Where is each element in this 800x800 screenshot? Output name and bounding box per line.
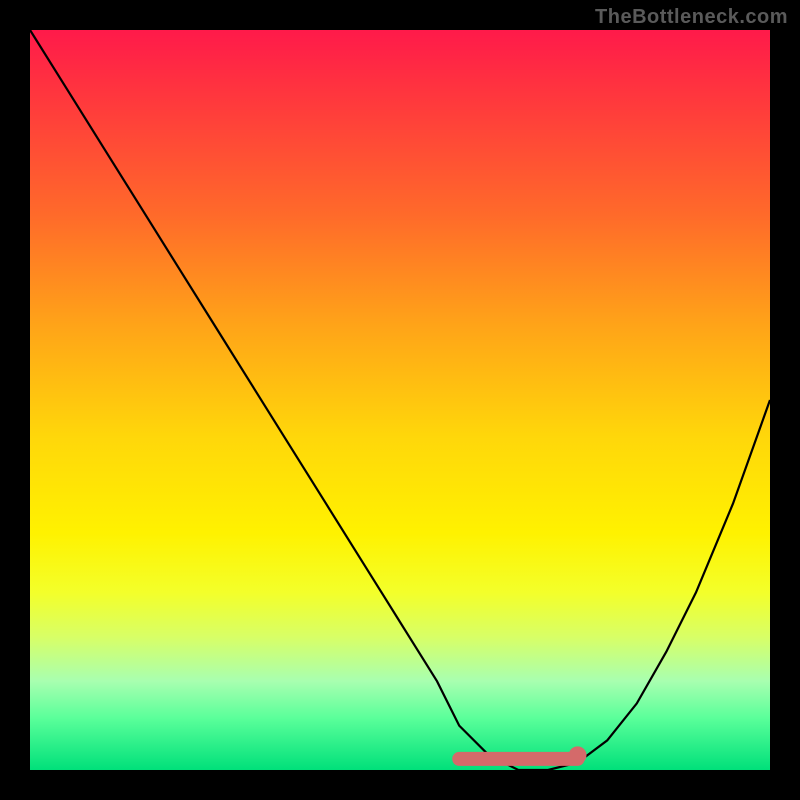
chart-container: TheBottleneck.com [0,0,800,800]
optimal-end-dot [569,746,587,764]
plot-area [30,30,770,770]
watermark-text: TheBottleneck.com [595,6,788,29]
bottleneck-curve [30,30,770,770]
curve-svg [30,30,770,770]
